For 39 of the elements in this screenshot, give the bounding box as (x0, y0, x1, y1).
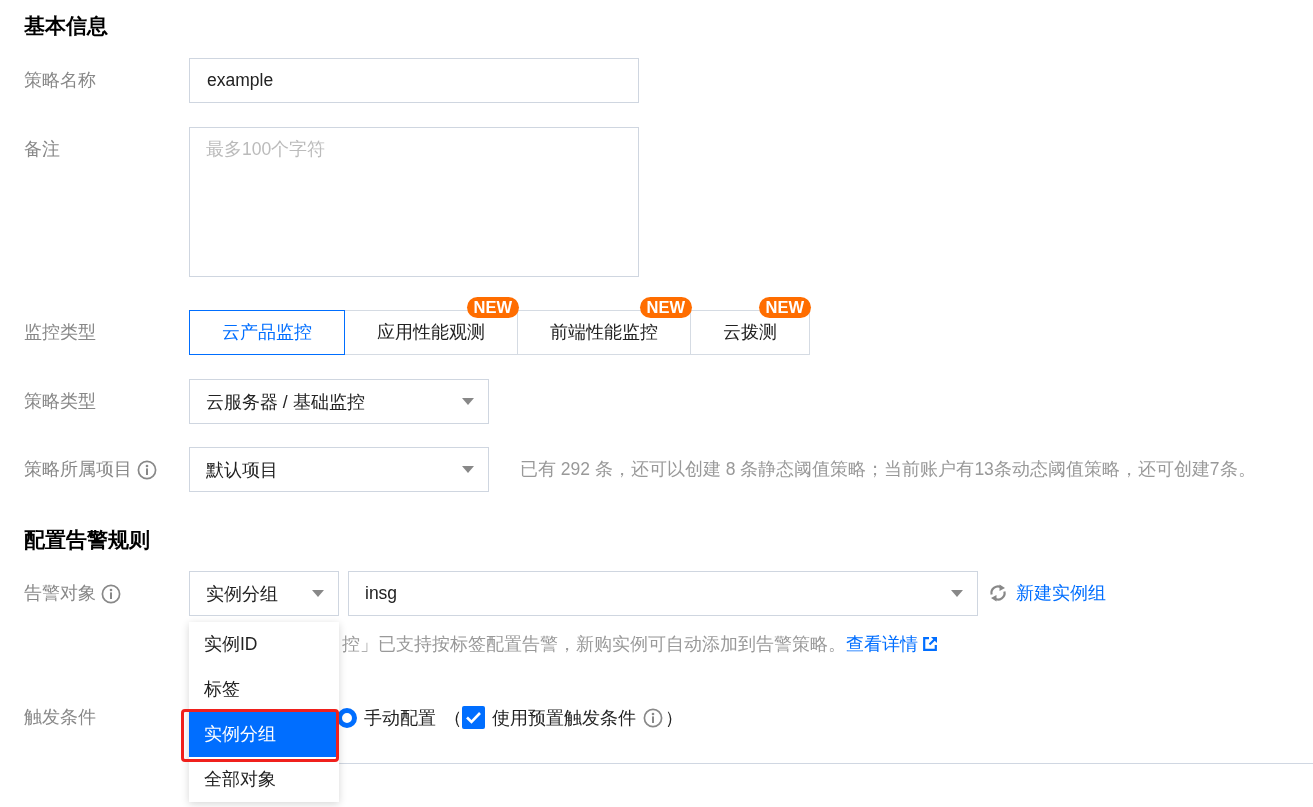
manual-config-radio[interactable]: 手动配置 (337, 705, 436, 730)
dropdown-option[interactable]: 全部对象 (189, 757, 339, 802)
field-label: 监控类型 (24, 321, 97, 344)
parenthesis-text: （ (444, 706, 462, 730)
section-heading: 基本信息 (24, 13, 108, 39)
field-label: 触发条件 (24, 706, 97, 729)
field-label: 策略类型 (24, 390, 97, 413)
caret-icon (312, 590, 324, 597)
section-heading: 配置告警规则 (24, 527, 150, 553)
hint-text: 控」已支持按标签配置告警，新购实例可自动添加到告警策略。 (342, 633, 846, 656)
caret-icon (462, 398, 474, 405)
details-link[interactable]: 查看详情 (846, 632, 918, 656)
policy-name-field[interactable]: example (189, 58, 639, 103)
caret-icon (462, 466, 474, 473)
caret-icon (951, 590, 963, 597)
field-label: 策略所属项目 (24, 458, 132, 481)
field-label: 备注 (24, 138, 61, 161)
policy-type-select[interactable]: 云服务器 / 基础监控 (189, 379, 489, 424)
parenthesis-text: ） (665, 706, 683, 730)
create-group-link[interactable]: 新建实例组 (1016, 571, 1106, 616)
external-link-icon[interactable] (922, 636, 938, 652)
info-icon[interactable] (643, 707, 663, 728)
new-badge: NEW (758, 297, 811, 318)
dropdown-option[interactable]: 标签 (189, 667, 339, 712)
instance-group-select[interactable]: insg (348, 571, 978, 616)
dropdown-option[interactable]: 实例ID (189, 622, 339, 667)
preset-conditions-checkbox[interactable]: 使用预置触发条件 (462, 705, 636, 730)
field-label: 策略名称 (24, 69, 97, 92)
field-label: 告警对象 (24, 582, 96, 605)
monitor-type-tab[interactable]: 云产品监控 (189, 310, 345, 355)
new-badge: NEW (466, 297, 519, 318)
quota-hint-text: 已有 292 条，还可以创建 8 条静态阈值策略；当前账户有13条动态阈值策略，还可创建7条。 (520, 458, 1256, 481)
new-badge: NEW (639, 297, 692, 318)
refresh-icon[interactable] (988, 583, 1008, 603)
info-icon[interactable] (101, 583, 121, 604)
project-select[interactable]: 默认项目 (189, 447, 489, 492)
info-icon[interactable] (137, 459, 157, 480)
dropdown-option[interactable]: 实例分组 (189, 712, 339, 757)
object-type-select[interactable]: 实例分组 (189, 571, 339, 616)
